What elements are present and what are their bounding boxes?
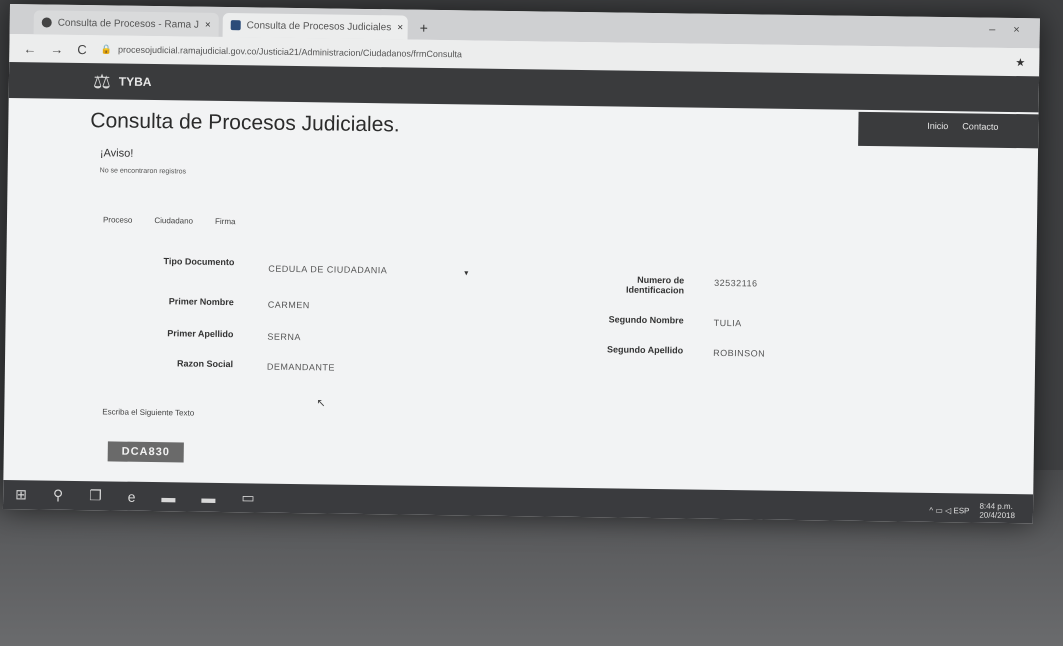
tab-consulta-rama[interactable]: Consulta de Procesos - Rama J × (33, 10, 219, 37)
close-icon[interactable]: × (397, 22, 403, 33)
tipo-documento-select[interactable]: CEDULA DE CIUDADANIA (268, 264, 387, 276)
lock-icon: 🔒 (100, 43, 113, 54)
primer-nombre-label: Primer Nombre (168, 296, 234, 308)
segundo-apellido-field[interactable]: ROBINSON (713, 348, 765, 359)
tab-proceso[interactable]: Proceso (103, 215, 132, 224)
numero-label-line2: Identificacion (625, 284, 685, 296)
site-favicon-icon (230, 20, 241, 31)
tab-ciudadano[interactable]: Ciudadano (154, 216, 193, 226)
numero-identificacion-label: Numero de Identificacion (596, 274, 685, 296)
mouse-cursor-icon: ↖ (316, 397, 326, 410)
site-nav: Inicio Contacto (927, 121, 998, 132)
windows-start-icon[interactable]: ⊞ (15, 486, 27, 503)
new-tab-button[interactable]: + (412, 20, 436, 40)
search-icon[interactable]: ⚲ (53, 487, 63, 504)
monitor-screen: Consulta de Procesos - Rama J × Consulta… (2, 4, 1040, 524)
window-close-icon[interactable]: × (1013, 24, 1020, 36)
segundo-apellido-label: Segundo Apellido (606, 344, 684, 356)
site-logo-text[interactable]: TYBA (119, 75, 152, 89)
back-icon[interactable]: ← (23, 41, 36, 56)
close-icon[interactable]: × (205, 19, 211, 30)
segundo-nombre-field[interactable]: TULIA (714, 318, 742, 328)
tab-label: Consulta de Procesos Judiciales (246, 19, 392, 33)
tab-label: Consulta de Procesos - Rama J (57, 17, 199, 31)
clock-date: 20/4/2018 (979, 510, 1016, 521)
system-tray: ^ ▭ ◁ ESP 8:44 p.m. 20/4/2018 (929, 501, 1015, 520)
app-icon[interactable]: ▭ (241, 489, 254, 506)
folder-icon[interactable]: ▬ (161, 489, 175, 505)
segundo-nombre-label: Segundo Nombre (608, 314, 684, 326)
tray-icons[interactable]: ^ ▭ ◁ ESP (929, 505, 969, 515)
star-icon[interactable]: ★ (1015, 56, 1025, 69)
clock-time: 8:44 p.m. (979, 501, 1013, 512)
search-type-tabs: Proceso Ciudadano Firma (103, 215, 236, 226)
forward-icon[interactable]: → (50, 41, 63, 56)
tipo-documento-label: Tipo Documento (163, 256, 235, 268)
window-controls: – × (989, 24, 1020, 36)
primer-apellido-label: Primer Apellido (167, 328, 234, 340)
captcha-image: DCA830 (107, 441, 184, 463)
edge-icon[interactable]: e (128, 488, 136, 504)
address-bar-actions: ★ (1015, 56, 1025, 69)
page-title: Consulta de Procesos Judiciales. (90, 109, 400, 137)
chevron-down-icon[interactable]: ▾ (464, 268, 468, 277)
nav-inicio-link[interactable]: Inicio (927, 121, 948, 131)
tab-consulta-procesos[interactable]: Consulta de Procesos Judiciales × (222, 12, 408, 40)
task-view-icon[interactable]: ❐ (89, 487, 102, 504)
alert-title: ¡Aviso! (99, 147, 134, 160)
minimize-icon[interactable]: – (989, 24, 995, 36)
url-text: procesojudicial.ramajudicial.gov.co/Just… (117, 44, 463, 60)
globe-icon (41, 17, 52, 28)
razon-social-label: Razon Social (176, 358, 234, 370)
nav-contacto-link[interactable]: Contacto (962, 121, 998, 132)
alert-message: No se encontraron registros (99, 167, 187, 176)
scales-logo-icon: ⚖ (92, 70, 110, 93)
store-icon[interactable]: ▬ (201, 489, 215, 505)
numero-identificacion-field[interactable]: 32532116 (714, 278, 758, 289)
reload-icon[interactable]: C (77, 41, 87, 56)
captcha-label: Escriba el Siguiente Texto (102, 407, 195, 418)
tray-clock[interactable]: 8:44 p.m. 20/4/2018 (979, 502, 1015, 520)
razon-social-field[interactable]: DEMANDANTE (267, 362, 335, 373)
primer-nombre-field[interactable]: CARMEN (268, 300, 310, 311)
tab-firma[interactable]: Firma (215, 217, 236, 226)
primer-apellido-field[interactable]: SERNA (267, 332, 301, 342)
